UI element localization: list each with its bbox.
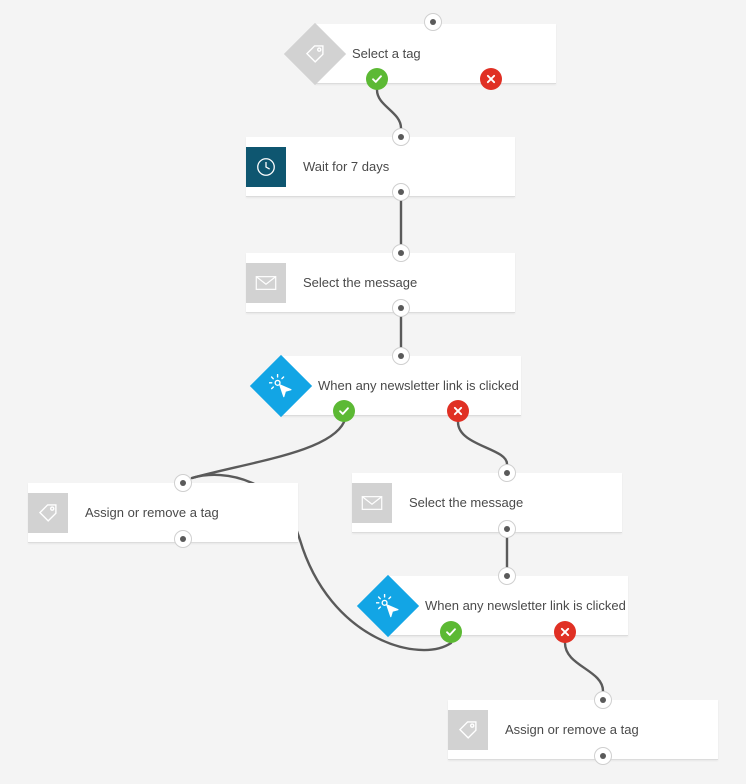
click-cursor-icon xyxy=(249,354,313,418)
input-port-n1[interactable] xyxy=(424,13,442,31)
output-port-n6[interactable] xyxy=(498,520,516,538)
input-port-n2[interactable] xyxy=(392,128,410,146)
input-port-n8[interactable] xyxy=(594,691,612,709)
tag-icon xyxy=(448,710,488,750)
output-port-n5[interactable] xyxy=(174,530,192,548)
input-port-n4[interactable] xyxy=(392,347,410,365)
envelope-icon xyxy=(246,263,286,303)
tag-icon xyxy=(28,493,68,533)
node-label: Select the message xyxy=(303,275,418,290)
edge-n4-yes-to-n5 xyxy=(190,420,346,480)
workflow-node-n8[interactable]: Assign or remove a tag xyxy=(448,700,718,760)
workflow-node-n5[interactable]: Assign or remove a tag xyxy=(28,483,298,543)
yes-badge-n4[interactable] xyxy=(333,400,355,422)
yes-badge-n1[interactable] xyxy=(366,68,388,90)
node-label: Select a tag xyxy=(352,46,421,61)
click-cursor-icon xyxy=(356,574,420,638)
edge-n4-no-to-n6 xyxy=(456,420,509,466)
output-port-n8[interactable] xyxy=(594,747,612,765)
edge-n7-no-to-n8 xyxy=(563,641,605,693)
workflow-node-n4[interactable]: When any newsletter link is clicked xyxy=(249,354,521,418)
workflow-node-n6[interactable]: Select the message xyxy=(352,473,622,533)
no-badge-n7[interactable] xyxy=(554,621,576,643)
node-label: Assign or remove a tag xyxy=(505,722,639,737)
output-port-n3[interactable] xyxy=(392,299,410,317)
workflow-canvas[interactable]: Select a tag Wait for 7 days Select the me… xyxy=(0,0,746,784)
node-label: When any newsletter link is clicked xyxy=(425,598,626,613)
tag-icon xyxy=(283,22,347,86)
workflow-node-n1[interactable]: Select a tag xyxy=(283,22,556,86)
workflow-node-n3[interactable]: Select the message xyxy=(246,253,515,313)
yes-badge-n7[interactable] xyxy=(440,621,462,643)
workflow-node-n7[interactable]: When any newsletter link is clicked xyxy=(356,574,628,638)
input-port-n3[interactable] xyxy=(392,244,410,262)
input-port-n5[interactable] xyxy=(174,474,192,492)
node-label: Assign or remove a tag xyxy=(85,505,219,520)
node-label: Wait for 7 days xyxy=(303,159,390,174)
clock-icon xyxy=(246,147,286,187)
node-label: When any newsletter link is clicked xyxy=(318,378,519,393)
no-badge-n1[interactable] xyxy=(480,68,502,90)
no-badge-n4[interactable] xyxy=(447,400,469,422)
output-port-n2[interactable] xyxy=(392,183,410,201)
workflow-node-n2[interactable]: Wait for 7 days xyxy=(246,137,515,197)
input-port-n7[interactable] xyxy=(498,567,516,585)
input-port-n6[interactable] xyxy=(498,464,516,482)
node-label: Select the message xyxy=(409,495,524,510)
edge-n1-yes-to-n2 xyxy=(375,88,403,130)
envelope-icon xyxy=(352,483,392,523)
